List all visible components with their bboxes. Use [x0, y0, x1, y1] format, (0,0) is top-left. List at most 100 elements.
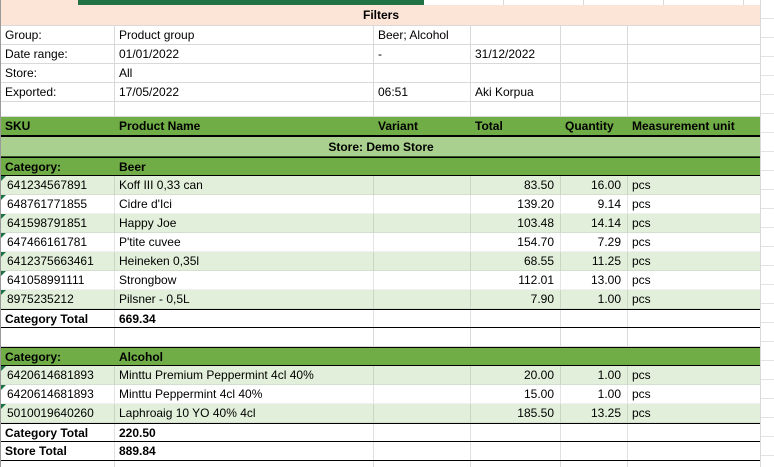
- total-cell[interactable]: 15.00: [471, 385, 561, 404]
- column-header-product-name[interactable]: Product Name: [115, 117, 374, 135]
- column-header-sku[interactable]: SKU: [1, 117, 115, 135]
- product-name-cell[interactable]: Minttu Peppermint 4cl 40%: [115, 385, 374, 404]
- empty-cell[interactable]: [471, 328, 561, 346]
- variant-cell[interactable]: [374, 252, 471, 271]
- product-name-cell[interactable]: P'tite cuvee: [115, 233, 374, 252]
- filter-label-exported[interactable]: Exported:: [1, 83, 115, 101]
- product-name-cell[interactable]: Cidre d'Ici: [115, 195, 374, 214]
- filter-value-date-separator[interactable]: -: [374, 45, 471, 63]
- empty-cell[interactable]: [374, 158, 471, 175]
- empty-cell[interactable]: [471, 158, 561, 175]
- empty-cell[interactable]: [115, 328, 374, 346]
- variant-cell[interactable]: [374, 176, 471, 195]
- empty-cell[interactable]: [561, 158, 628, 175]
- unit-cell[interactable]: pcs: [628, 385, 761, 404]
- unit-cell[interactable]: pcs: [628, 252, 761, 271]
- variant-cell[interactable]: [374, 214, 471, 233]
- quantity-cell[interactable]: 1.00: [561, 385, 628, 404]
- empty-cell[interactable]: [471, 102, 561, 116]
- product-name-cell[interactable]: Minttu Premium Peppermint 4cl 40%: [115, 366, 374, 385]
- empty-cell[interactable]: [628, 310, 761, 327]
- sku-cell[interactable]: 641598791851: [1, 214, 115, 233]
- filter-value-export-user[interactable]: Aki Korpua: [471, 83, 561, 101]
- sku-cell[interactable]: 8975235212: [1, 290, 115, 309]
- filter-cell-empty[interactable]: [471, 26, 561, 44]
- unit-cell[interactable]: pcs: [628, 233, 761, 252]
- empty-cell[interactable]: [471, 310, 561, 327]
- category-total-label[interactable]: Category Total: [1, 310, 115, 327]
- filter-cell-empty[interactable]: [471, 64, 561, 82]
- product-name-cell[interactable]: Koff III 0,33 can: [115, 176, 374, 195]
- sku-cell[interactable]: 6420614681893: [1, 385, 115, 404]
- empty-cell[interactable]: [628, 424, 761, 441]
- empty-cell[interactable]: [1, 102, 115, 116]
- filter-cell-empty[interactable]: [561, 26, 628, 44]
- product-name-cell[interactable]: Happy Joe: [115, 214, 374, 233]
- filter-value-store[interactable]: All: [115, 64, 374, 82]
- category-label[interactable]: Category:: [1, 158, 115, 175]
- total-cell[interactable]: 154.70: [471, 233, 561, 252]
- quantity-cell[interactable]: 14.14: [561, 214, 628, 233]
- quantity-cell[interactable]: 11.25: [561, 252, 628, 271]
- sku-cell[interactable]: 648761771855: [1, 195, 115, 214]
- variant-cell[interactable]: [374, 366, 471, 385]
- empty-cell[interactable]: [561, 310, 628, 327]
- sku-cell[interactable]: 641058991111: [1, 271, 115, 290]
- filter-cell-empty[interactable]: [561, 45, 628, 63]
- store-banner[interactable]: Store: Demo Store: [1, 137, 761, 157]
- unit-cell[interactable]: pcs: [628, 271, 761, 290]
- empty-cell[interactable]: [374, 328, 471, 346]
- total-cell[interactable]: 112.01: [471, 271, 561, 290]
- filters-title-cell[interactable]: Filters: [1, 5, 761, 26]
- filter-cell-empty[interactable]: [561, 64, 628, 82]
- variant-cell[interactable]: [374, 271, 471, 290]
- empty-cell[interactable]: [374, 348, 471, 365]
- filter-value-export-date[interactable]: 17/05/2022: [115, 83, 374, 101]
- unit-cell[interactable]: pcs: [628, 195, 761, 214]
- quantity-cell[interactable]: 13.25: [561, 404, 628, 423]
- total-cell[interactable]: 7.90: [471, 290, 561, 309]
- filter-value-date-start[interactable]: 01/01/2022: [115, 45, 374, 63]
- empty-cell[interactable]: [628, 348, 761, 365]
- empty-cell[interactable]: [628, 328, 761, 346]
- sku-cell[interactable]: 6420614681893: [1, 366, 115, 385]
- sku-cell[interactable]: 6412375663461: [1, 252, 115, 271]
- empty-cell[interactable]: [561, 328, 628, 346]
- store-total-label[interactable]: Store Total: [1, 442, 115, 460]
- empty-cell[interactable]: [628, 102, 761, 116]
- variant-cell[interactable]: [374, 385, 471, 404]
- empty-cell[interactable]: [374, 310, 471, 327]
- sku-cell[interactable]: 641234567891: [1, 176, 115, 195]
- filter-value-date-end[interactable]: 31/12/2022: [471, 45, 561, 63]
- unit-cell[interactable]: pcs: [628, 290, 761, 309]
- filter-cell-empty[interactable]: [628, 26, 761, 44]
- column-header-variant[interactable]: Variant: [374, 117, 471, 135]
- empty-cell[interactable]: [471, 442, 561, 460]
- quantity-cell[interactable]: 9.14: [561, 195, 628, 214]
- filter-label-daterange[interactable]: Date range:: [1, 45, 115, 63]
- product-name-cell[interactable]: Pilsner - 0,5L: [115, 290, 374, 309]
- empty-cell[interactable]: [471, 348, 561, 365]
- category-label[interactable]: Category:: [1, 348, 115, 365]
- empty-cell[interactable]: [374, 102, 471, 116]
- variant-cell[interactable]: [374, 290, 471, 309]
- variant-cell[interactable]: [374, 195, 471, 214]
- quantity-cell[interactable]: 16.00: [561, 176, 628, 195]
- unit-cell[interactable]: pcs: [628, 404, 761, 423]
- empty-cell[interactable]: [561, 348, 628, 365]
- empty-cell[interactable]: [628, 158, 761, 175]
- filter-cell-empty[interactable]: [628, 83, 761, 101]
- filter-cell-empty[interactable]: [628, 64, 761, 82]
- category-name-beer[interactable]: Beer: [115, 158, 374, 175]
- total-cell[interactable]: 103.48: [471, 214, 561, 233]
- variant-cell[interactable]: [374, 404, 471, 423]
- category-total-value[interactable]: 669.34: [115, 310, 374, 327]
- empty-cell[interactable]: [471, 424, 561, 441]
- unit-cell[interactable]: pcs: [628, 176, 761, 195]
- product-name-cell[interactable]: Laphroaig 10 YO 40% 4cl: [115, 404, 374, 423]
- quantity-cell[interactable]: 1.00: [561, 290, 628, 309]
- category-name-alcohol[interactable]: Alcohol: [115, 348, 374, 365]
- column-header-measurement-unit[interactable]: Measurement unit: [628, 117, 761, 135]
- column-header-quantity[interactable]: Quantity: [561, 117, 628, 135]
- empty-cell[interactable]: [561, 442, 628, 460]
